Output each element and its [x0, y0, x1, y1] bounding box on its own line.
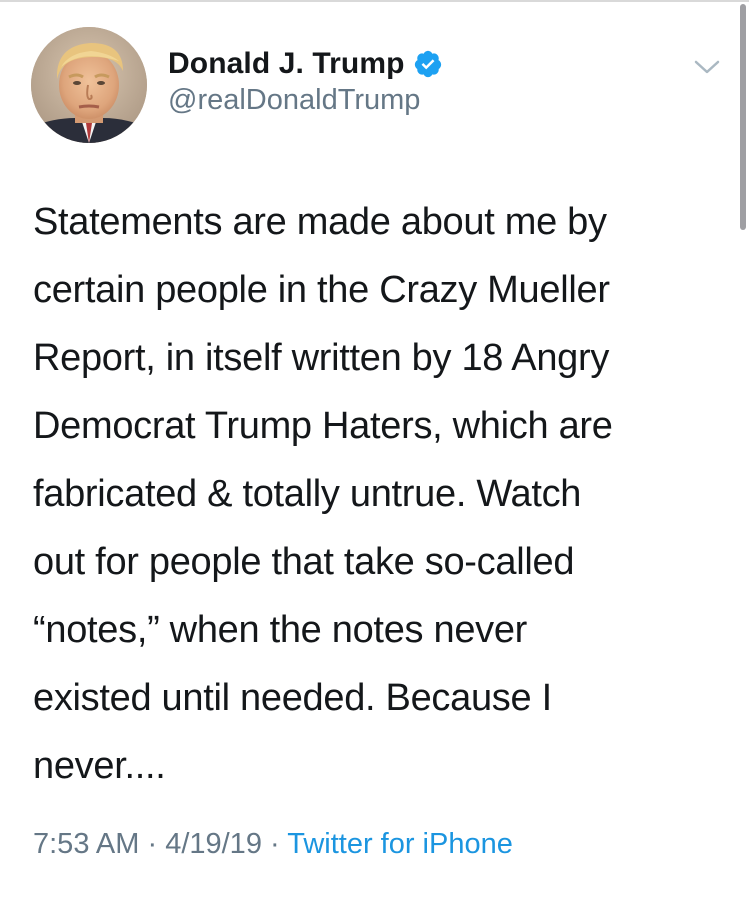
chevron-down-icon[interactable]: [689, 52, 725, 82]
verified-badge-icon: [413, 49, 443, 79]
tweet-text: Statements are made about me by certain …: [33, 188, 723, 800]
tweet-text-line: out for people that take so-called: [33, 541, 575, 583]
tweet-text-line: “notes,” when the notes never: [33, 609, 528, 651]
tweet-text-line: never....: [33, 745, 166, 787]
tweet-text-line: Democrat Trump Haters, which are: [33, 405, 613, 447]
tweet-date[interactable]: 4/19/19: [165, 828, 262, 860]
author-name-row[interactable]: Donald J. Trump: [168, 44, 443, 84]
tweet-meta: 7:53 AM · 4/19/19 · Twitter for iPhone: [33, 828, 513, 861]
tweet-source-link[interactable]: Twitter for iPhone: [287, 828, 513, 860]
tweet-time[interactable]: 7:53 AM: [33, 828, 139, 860]
author-handle[interactable]: @realDonaldTrump: [168, 84, 420, 117]
tweet-text-line: existed until needed. Because I: [33, 677, 552, 719]
avatar[interactable]: [31, 27, 147, 143]
meta-separator: ·: [261, 828, 288, 860]
scrollbar[interactable]: [740, 4, 746, 230]
tweet-text-line: certain people in the Crazy Mueller: [33, 269, 610, 311]
author-display-name[interactable]: Donald J. Trump: [168, 47, 405, 81]
tweet-text-line: Statements are made about me by: [33, 201, 607, 243]
meta-separator: ·: [139, 828, 166, 860]
tweet-text-line: Report, in itself written by 18 Angry: [33, 337, 610, 379]
top-divider: [0, 0, 749, 2]
tweet-text-line: fabricated & totally untrue. Watch: [33, 473, 582, 515]
